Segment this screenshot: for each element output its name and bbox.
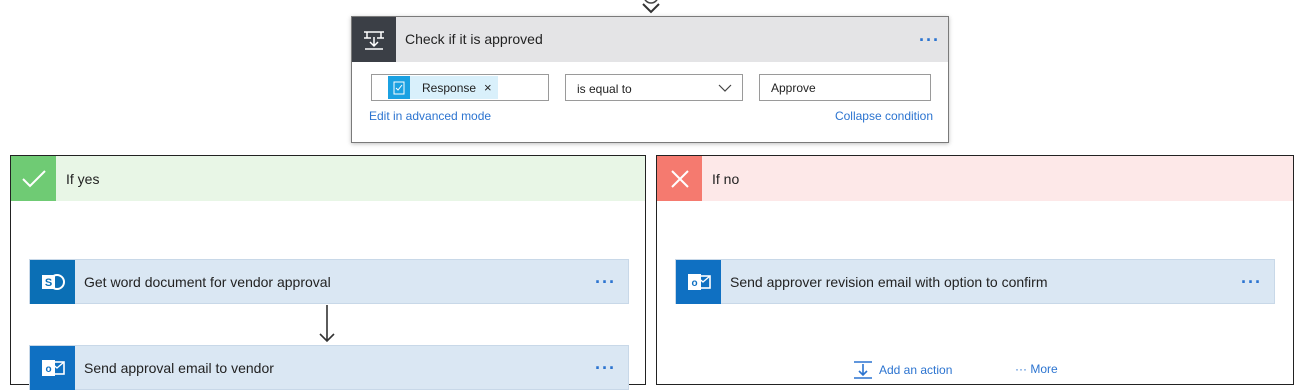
svg-text:S: S <box>44 277 51 289</box>
action-get-word-document[interactable]: S Get word document for vendor approval … <box>29 259 629 304</box>
condition-card: Check if it is approved ··· Response × i… <box>351 16 949 143</box>
action-more-icon[interactable]: ··· <box>1241 273 1262 291</box>
action-more-icon[interactable]: ··· <box>595 273 616 291</box>
sharepoint-icon: S <box>30 260 75 304</box>
condition-value: Approve <box>771 81 816 95</box>
more-button[interactable]: ··· More <box>1015 362 1058 376</box>
action-send-approval-email[interactable]: o Send approval email to vendor ··· <box>29 345 629 390</box>
action-more-icon[interactable]: ··· <box>595 359 616 377</box>
svg-text:o: o <box>45 364 51 375</box>
remove-token-icon[interactable]: × <box>484 80 492 95</box>
add-action-button[interactable]: Add an action <box>853 360 952 380</box>
if-no-branch: If no o Send approver revision email wit… <box>656 155 1294 385</box>
condition-header[interactable]: Check if it is approved ··· <box>352 17 948 62</box>
arrow-down-icon <box>319 305 335 343</box>
check-icon <box>11 156 56 201</box>
action-label: Send approver revision email with option… <box>730 274 1048 290</box>
token-label: Response <box>422 80 477 95</box>
add-action-label: Add an action <box>879 363 953 377</box>
action-label: Get word document for vendor approval <box>84 274 331 290</box>
chevron-down-icon <box>718 84 732 92</box>
svg-text:o: o <box>691 278 697 289</box>
action-send-revision-email[interactable]: o Send approver revision email with opti… <box>675 259 1275 304</box>
condition-icon <box>352 17 396 62</box>
approval-token-icon <box>388 76 410 99</box>
collapse-condition-link[interactable]: Collapse condition <box>835 109 933 123</box>
condition-more-icon[interactable]: ··· <box>919 31 940 49</box>
if-yes-header[interactable]: If yes <box>11 156 645 201</box>
condition-title: Check if it is approved <box>405 31 543 47</box>
condition-left-operand[interactable]: Response × <box>371 74 549 101</box>
if-yes-branch: If yes S Get word document for vendor ap… <box>10 155 646 390</box>
condition-value-input[interactable]: Approve <box>759 74 931 101</box>
outlook-icon: o <box>676 260 721 304</box>
close-icon <box>657 156 702 201</box>
response-token[interactable]: Response × <box>388 76 498 99</box>
add-action-icon <box>854 361 872 379</box>
if-yes-title: If yes <box>66 171 100 187</box>
action-label: Send approval email to vendor <box>84 360 274 376</box>
operator-select[interactable]: is equal to <box>565 74 743 101</box>
if-no-header[interactable]: If no <box>657 156 1293 201</box>
outlook-icon: o <box>30 346 75 390</box>
operator-value: is equal to <box>577 82 632 96</box>
if-no-title: If no <box>712 171 740 187</box>
edit-advanced-link[interactable]: Edit in advanced mode <box>369 109 491 123</box>
